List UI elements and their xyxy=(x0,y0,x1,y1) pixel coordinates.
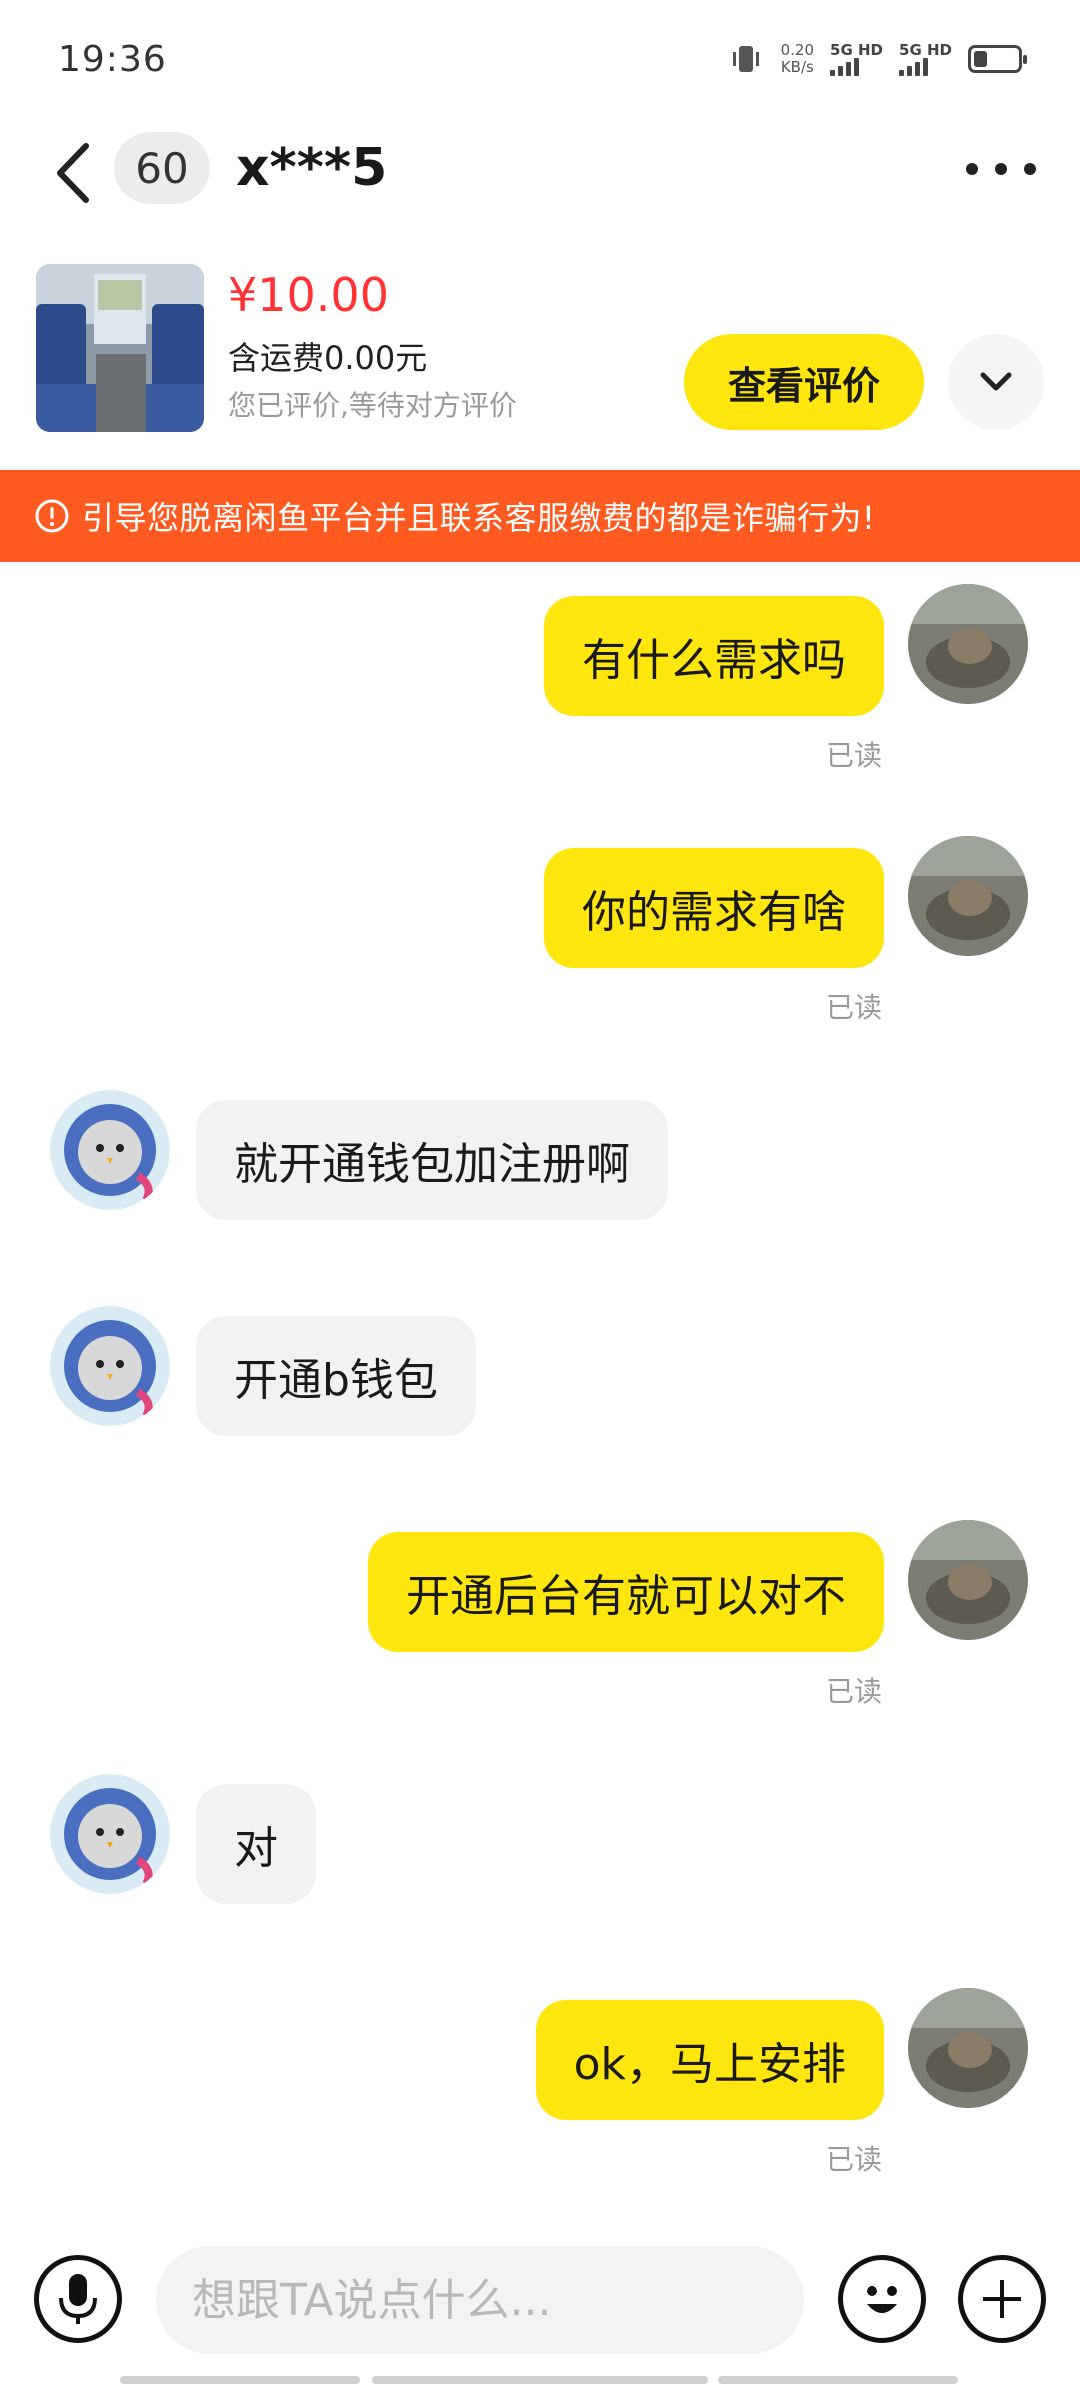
product-price: ¥10.00 xyxy=(228,268,389,322)
battery-icon xyxy=(968,45,1027,73)
network-speed-unit: KB/s xyxy=(780,58,814,76)
my-avatar[interactable] xyxy=(908,836,1028,956)
more-dots-icon[interactable] xyxy=(966,152,1036,186)
signal-1-label: 5G HD xyxy=(830,41,884,59)
input-bar xyxy=(0,2230,1080,2360)
contact-name[interactable]: x***5 xyxy=(236,132,387,204)
product-thumbnail[interactable] xyxy=(36,264,204,432)
read-status: 已读 xyxy=(826,991,883,1024)
warning-text: 引导您脱离闲鱼平台并且联系客服缴费的都是诈骗行为! xyxy=(82,499,876,537)
status-bar: 19:36 0.20 KB/s 5G HD 5G HD xyxy=(0,0,1080,118)
status-icons: 0.20 KB/s 5G HD 5G HD xyxy=(727,40,1027,78)
signal-2-label: 5G HD xyxy=(899,41,952,59)
chevron-left-icon[interactable] xyxy=(50,138,96,208)
signal-2: 5G HD xyxy=(899,42,952,76)
network-speed: 0.20 KB/s xyxy=(781,42,814,76)
network-speed-value: 0.20 xyxy=(780,41,815,59)
gesture-bar[interactable] xyxy=(718,2376,958,2384)
battery-level xyxy=(974,51,987,67)
my-avatar[interactable] xyxy=(908,584,1028,704)
read-status: 已读 xyxy=(826,2143,883,2176)
chat-header: 60 x***5 xyxy=(0,118,1080,228)
plus-icon[interactable] xyxy=(958,2255,1046,2343)
signal-1: 5G HD xyxy=(830,42,883,76)
emoji-icon[interactable] xyxy=(838,2255,926,2343)
message-bubble-sent[interactable]: 有什么需求吗 xyxy=(544,596,884,716)
gesture-bar[interactable] xyxy=(372,2376,708,2384)
unread-count-badge[interactable]: 60 xyxy=(114,132,210,204)
contact-avatar[interactable] xyxy=(50,1090,170,1210)
review-status: 您已评价,等待对方评价 xyxy=(228,389,517,422)
chevron-down-icon xyxy=(980,372,1012,391)
contact-avatar[interactable] xyxy=(50,1306,170,1426)
read-status: 已读 xyxy=(826,739,883,772)
message-bubble-sent[interactable]: 开通后台有就可以对不 xyxy=(368,1532,884,1652)
status-time: 19:36 xyxy=(58,38,167,80)
message-bubble-received[interactable]: 对 xyxy=(196,1784,316,1904)
vibrate-icon xyxy=(732,46,759,72)
message-bubble-sent[interactable]: 你的需求有啥 xyxy=(544,848,884,968)
product-card: ¥10.00 含运费0.00元 您已评价,等待对方评价 查看评价 xyxy=(0,250,1080,450)
fraud-warning-banner: 引导您脱离闲鱼平台并且联系客服缴费的都是诈骗行为! xyxy=(0,470,1080,562)
product-shipping: 含运费0.00元 xyxy=(228,339,428,377)
message-bubble-sent[interactable]: ok，马上安排 xyxy=(535,2000,884,2120)
my-avatar[interactable] xyxy=(908,1988,1028,2108)
gesture-bar[interactable] xyxy=(120,2376,360,2384)
alert-icon xyxy=(35,499,69,533)
view-review-button[interactable]: 查看评价 xyxy=(684,334,924,430)
my-avatar[interactable] xyxy=(908,1520,1028,1640)
message-bubble-received[interactable]: 开通b钱包 xyxy=(196,1316,476,1436)
contact-avatar[interactable] xyxy=(50,1774,170,1894)
message-bubble-received[interactable]: 就开通钱包加注册啊 xyxy=(196,1100,668,1220)
microphone-icon[interactable] xyxy=(34,2255,122,2343)
signal-bars-icon xyxy=(830,58,860,76)
read-status: 已读 xyxy=(826,1675,883,1708)
expand-button[interactable] xyxy=(948,334,1044,430)
signal-bars-icon xyxy=(899,58,929,76)
message-input[interactable] xyxy=(156,2246,804,2354)
